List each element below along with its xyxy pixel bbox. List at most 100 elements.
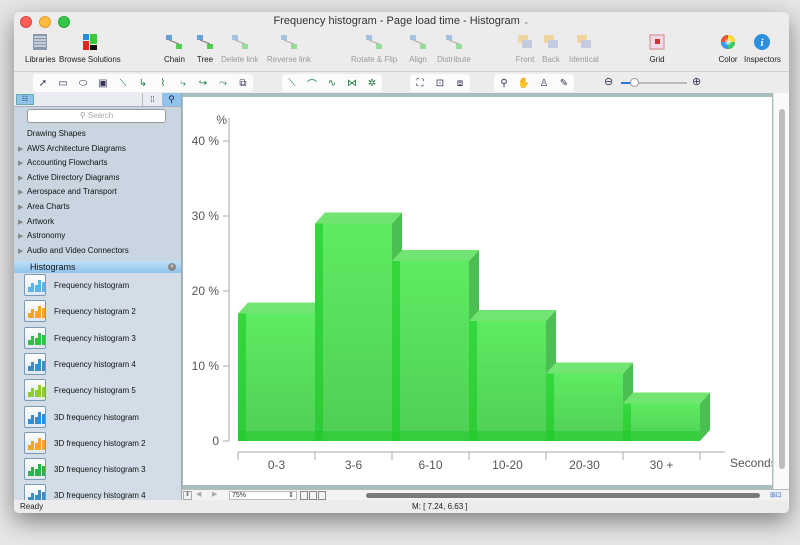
page-view-buttons[interactable] [300, 491, 326, 500]
library-item[interactable]: ▶ Active Directory Diagrams [14, 171, 181, 185]
back-icon [541, 32, 561, 52]
rotate-flip-icon [364, 32, 384, 52]
delete-link-button[interactable]: Delete link [221, 30, 258, 64]
group-icon[interactable]: ⧈ [450, 75, 470, 91]
text-box-icon[interactable]: ▣ [93, 75, 113, 91]
library-item[interactable]: Drawing Shapes [14, 127, 181, 141]
browse-solutions-button[interactable]: Browse Solutions [59, 30, 121, 64]
search-icon: ⚲ [168, 94, 175, 104]
library-tree-view-button[interactable]: ☷ [16, 94, 34, 105]
back-button[interactable]: Back [541, 30, 561, 64]
pan-hand-icon[interactable]: ✋ [514, 75, 534, 91]
vertical-scrollbar[interactable] [773, 93, 789, 489]
rotate-flip-button[interactable]: Rotate & Flip [351, 30, 397, 64]
color-button[interactable]: Color [718, 30, 738, 64]
container-icon[interactable]: ⊡ [430, 75, 450, 91]
reverse-link-button[interactable]: Reverse link [267, 30, 311, 64]
front-button[interactable]: Front [515, 30, 535, 64]
library-grid-view-button[interactable]: ⁞⁞ [142, 93, 162, 106]
library-shape-item[interactable]: Frequency histogram 2 [14, 299, 181, 325]
library-shape-item[interactable]: Frequency histogram 5 [14, 378, 181, 404]
zoom-slider-knob[interactable] [630, 78, 640, 87]
prev-page-icon[interactable]: ◀ [196, 490, 201, 498]
library-item[interactable]: ▶ Artwork [14, 215, 181, 229]
zoom-select[interactable]: 75% ⇕ [229, 491, 297, 500]
window-title[interactable]: Frequency histogram - Page load time - H… [14, 15, 789, 27]
library-item[interactable]: ▶ Area Charts [14, 200, 181, 214]
library-shape-item[interactable]: 3D frequency histogram 3 [14, 457, 181, 483]
rectangle-icon[interactable]: ▭ [53, 75, 73, 91]
page-view-icon[interactable] [300, 491, 308, 500]
page-view-icon[interactable] [318, 491, 326, 500]
arc-connector-icon[interactable]: ↳ [133, 75, 153, 91]
library-item[interactable]: ▶ AWS Architecture Diagrams [14, 142, 181, 156]
zoom-value: 75% [232, 492, 247, 499]
library-shape-item[interactable]: 3D frequency histogram 2 [14, 431, 181, 457]
stepper-icon: ⇕ [288, 492, 294, 499]
round-connector-icon[interactable]: ↪ [193, 75, 213, 91]
next-page-icon[interactable]: ▶ [212, 490, 217, 498]
page-view-icon[interactable] [309, 491, 317, 500]
library-search-input[interactable]: ⚲ Search [27, 109, 166, 123]
direct-connector-icon[interactable]: ⟍ [113, 75, 133, 91]
window-title-text: Frequency histogram - Page load time - H… [273, 15, 520, 27]
library-search-button[interactable]: ⚲ [162, 93, 181, 106]
disclosure-triangle-icon[interactable]: ▶ [18, 157, 27, 171]
vertical-scroll-thumb[interactable] [779, 109, 785, 469]
identical-button[interactable]: Identical [569, 30, 599, 64]
disclosure-triangle-icon[interactable]: ▶ [18, 245, 27, 259]
fit-page-icon[interactable]: ⊞⊡ [770, 491, 782, 499]
zoom-slider[interactable] [621, 78, 687, 87]
curved-connector-icon[interactable]: ⤳ [213, 75, 233, 91]
poly-line-icon[interactable]: ⋈ [342, 75, 362, 91]
ellipse-icon[interactable]: ⬭ [73, 75, 93, 91]
close-library-icon[interactable]: × [168, 263, 176, 271]
chain-button[interactable]: Chain [164, 30, 185, 64]
zoom-icon[interactable]: ⚲ [494, 75, 514, 91]
insert-shape-icon[interactable]: ⧉ [233, 75, 253, 91]
horizontal-scroll-thumb[interactable] [366, 493, 760, 498]
toolbar-label: Color [718, 55, 738, 64]
disclosure-triangle-icon[interactable]: ▶ [18, 143, 27, 157]
grid-button[interactable]: Grid [647, 30, 667, 64]
zoom-out-icon[interactable]: ⊖ [604, 75, 613, 88]
spline-icon[interactable]: ✲ [362, 75, 382, 91]
disclosure-triangle-icon[interactable]: ▶ [18, 172, 27, 186]
library-shape-item[interactable]: Frequency histogram [14, 273, 181, 299]
disclosure-triangle-icon[interactable]: ▶ [18, 201, 27, 215]
open-library-header[interactable]: Histograms × [14, 261, 181, 273]
align-button[interactable]: Align [408, 30, 428, 64]
library-shape-item[interactable]: Frequency histogram 3 [14, 326, 181, 352]
y-tick-label: 20 % [192, 284, 220, 298]
bezier-icon[interactable]: ∿ [322, 75, 342, 91]
smart-connector-icon[interactable]: ⤷ [173, 75, 193, 91]
toolbar-label: Back [542, 55, 560, 64]
library-item[interactable]: ▶ Audio and Video Connectors [14, 244, 181, 258]
line-icon[interactable]: ⟍ [282, 75, 302, 91]
inspectors-button[interactable]: i Inspectors [744, 30, 781, 64]
pause-icon[interactable]: ‖ [183, 491, 192, 500]
library-item[interactable]: ▶ Aerospace and Transport [14, 185, 181, 199]
zoom-in-icon[interactable]: ⊕ [692, 75, 701, 88]
tree-button[interactable]: Tree [195, 30, 215, 64]
library-shape-item[interactable]: 3D frequency histogram [14, 405, 181, 431]
bezier-connector-icon[interactable]: ⌇ [153, 75, 173, 91]
drawing-canvas[interactable]: 0 10 % 20 % 30 % 40 %% 0-3 3-6 6-10 10-20 20-30 30… [183, 97, 777, 485]
pointer-icon[interactable]: ➚ [33, 75, 53, 91]
disclosure-triangle-icon[interactable]: ▶ [18, 230, 27, 244]
bar-top [315, 212, 402, 224]
bar-bevel-left [238, 313, 246, 441]
disclosure-triangle-icon[interactable]: ▶ [18, 186, 27, 200]
eyedropper-icon[interactable]: ✎ [554, 75, 574, 91]
edit-points-icon[interactable]: ⛶ [410, 75, 430, 91]
arc-icon[interactable]: ⌒ [302, 75, 322, 91]
bar-top [623, 392, 710, 404]
libraries-button[interactable]: Libraries [25, 30, 56, 64]
title-chevron-icon[interactable]: ⌄ [523, 17, 530, 26]
distribute-button[interactable]: Distribute [437, 30, 471, 64]
library-item[interactable]: ▶ Accounting Flowcharts [14, 156, 181, 170]
stamp-icon[interactable]: ♙ [534, 75, 554, 91]
library-shape-item[interactable]: Frequency histogram 4 [14, 352, 181, 378]
disclosure-triangle-icon[interactable]: ▶ [18, 216, 27, 230]
library-item[interactable]: ▶ Astronomy [14, 229, 181, 243]
